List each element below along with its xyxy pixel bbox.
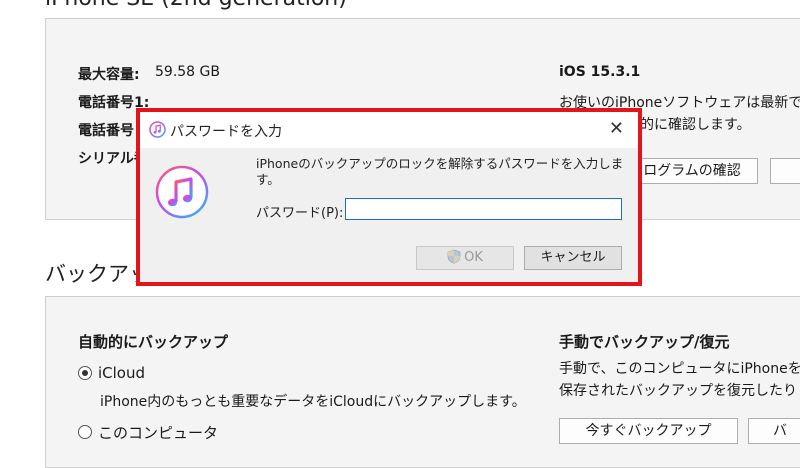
manual-description-2: 保存されたバックアップを復元したりし — [559, 383, 800, 399]
ok-label: OK — [464, 250, 483, 265]
backup-now-button[interactable]: 今すぐバックアップ — [559, 418, 738, 444]
ok-button[interactable]: OK — [416, 246, 514, 270]
auto-backup-title: 自動的にバックアップ — [78, 333, 229, 351]
computer-radio[interactable] — [78, 425, 92, 439]
device-title: iPhone SE (2nd generation) — [45, 0, 347, 11]
dialog-titlebar: パスワードを入力 ✕ — [140, 112, 638, 148]
cancel-button[interactable]: キャンセル — [524, 246, 622, 270]
ios-version: iOS 15.3.1 — [559, 64, 641, 80]
uac-shield-icon — [447, 249, 461, 272]
restore-iphone-button[interactable] — [770, 158, 800, 184]
icloud-label[interactable]: iCloud — [98, 364, 145, 382]
icloud-radio[interactable] — [78, 366, 92, 380]
manual-backup-title: 手動でバックアップ/復元 — [559, 333, 730, 351]
phone2-label: 電話番号 — [78, 123, 134, 139]
computer-label[interactable]: このコンピュータ — [98, 422, 218, 443]
itunes-small-icon — [149, 121, 166, 142]
backups-section-title: バックアッ — [45, 262, 150, 286]
close-icon[interactable]: ✕ — [609, 118, 624, 139]
restore-backup-button[interactable]: バ — [748, 418, 800, 444]
capacity-value: 59.58 GB — [155, 64, 220, 80]
capacity-label: 最大容量: — [78, 67, 140, 83]
dialog-message: iPhoneのバックアップのロックを解除するパスワードを入力します。 — [256, 156, 624, 187]
check-update-button[interactable]: ログラムの確認 — [626, 158, 758, 184]
password-input[interactable] — [345, 198, 622, 220]
ios-status-cont: 的に確認します。 — [640, 117, 751, 133]
password-label: パスワード(P): — [256, 206, 344, 221]
dialog-title: パスワードを入力 — [170, 124, 282, 140]
itunes-large-icon — [154, 164, 210, 224]
password-dialog: パスワードを入力 ✕ iPhoneのバックアップのロックを解除するパスワードを入… — [140, 112, 638, 282]
icloud-description: iPhone内のもっとも重要なデータをiCloudにバックアップします。 — [100, 394, 526, 410]
manual-description-1: 手動で、このコンピュータにiPhoneをバ — [559, 361, 800, 377]
